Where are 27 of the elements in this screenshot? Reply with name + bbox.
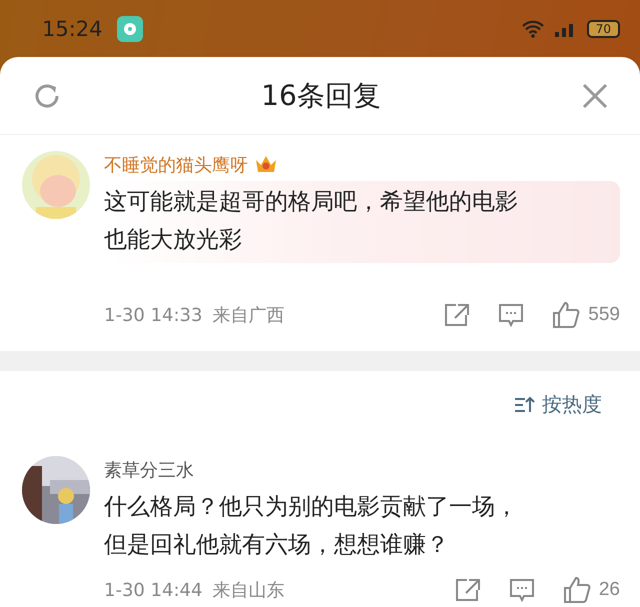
app-icon [116, 16, 143, 42]
comment-time: 1-30 14:44 [104, 580, 202, 600]
battery-indicator: 70 [586, 20, 620, 38]
thumbs-up-icon [552, 301, 580, 329]
sort-icon [514, 396, 536, 414]
comment-location: 来自山东 [212, 579, 284, 602]
author-name[interactable]: 不睡觉的猫头鹰呀 [104, 153, 248, 177]
share-button[interactable] [444, 303, 470, 327]
share-icon [454, 578, 481, 602]
comment-location: 来自广西 [212, 304, 284, 327]
like-button[interactable]: 26 [562, 576, 620, 604]
status-time: 15:24 [42, 16, 103, 40]
header-title: 16条回复 [261, 78, 381, 114]
comment-icon [498, 303, 524, 327]
share-icon [444, 303, 470, 327]
wifi-icon [520, 20, 545, 38]
author-name[interactable]: 素草分三水 [104, 458, 194, 482]
comment-text: 什么格局？他只为别的电影贡献了一场， 但是回礼他就有六场，想想谁赚？ [104, 493, 519, 560]
comment-icon [508, 578, 535, 602]
share-button[interactable] [454, 578, 481, 602]
reply-button[interactable] [508, 578, 535, 602]
comment-time: 1-30 14:33 [104, 304, 202, 326]
thumbs-up-icon [562, 576, 591, 604]
reply-button[interactable] [498, 303, 524, 327]
sort-button[interactable]: 按热度 [514, 391, 602, 418]
like-button[interactable]: 559 [552, 301, 620, 329]
comment-text: 这可能就是超哥的格局吧，希望他的电影 也能大放光彩 [104, 181, 620, 263]
